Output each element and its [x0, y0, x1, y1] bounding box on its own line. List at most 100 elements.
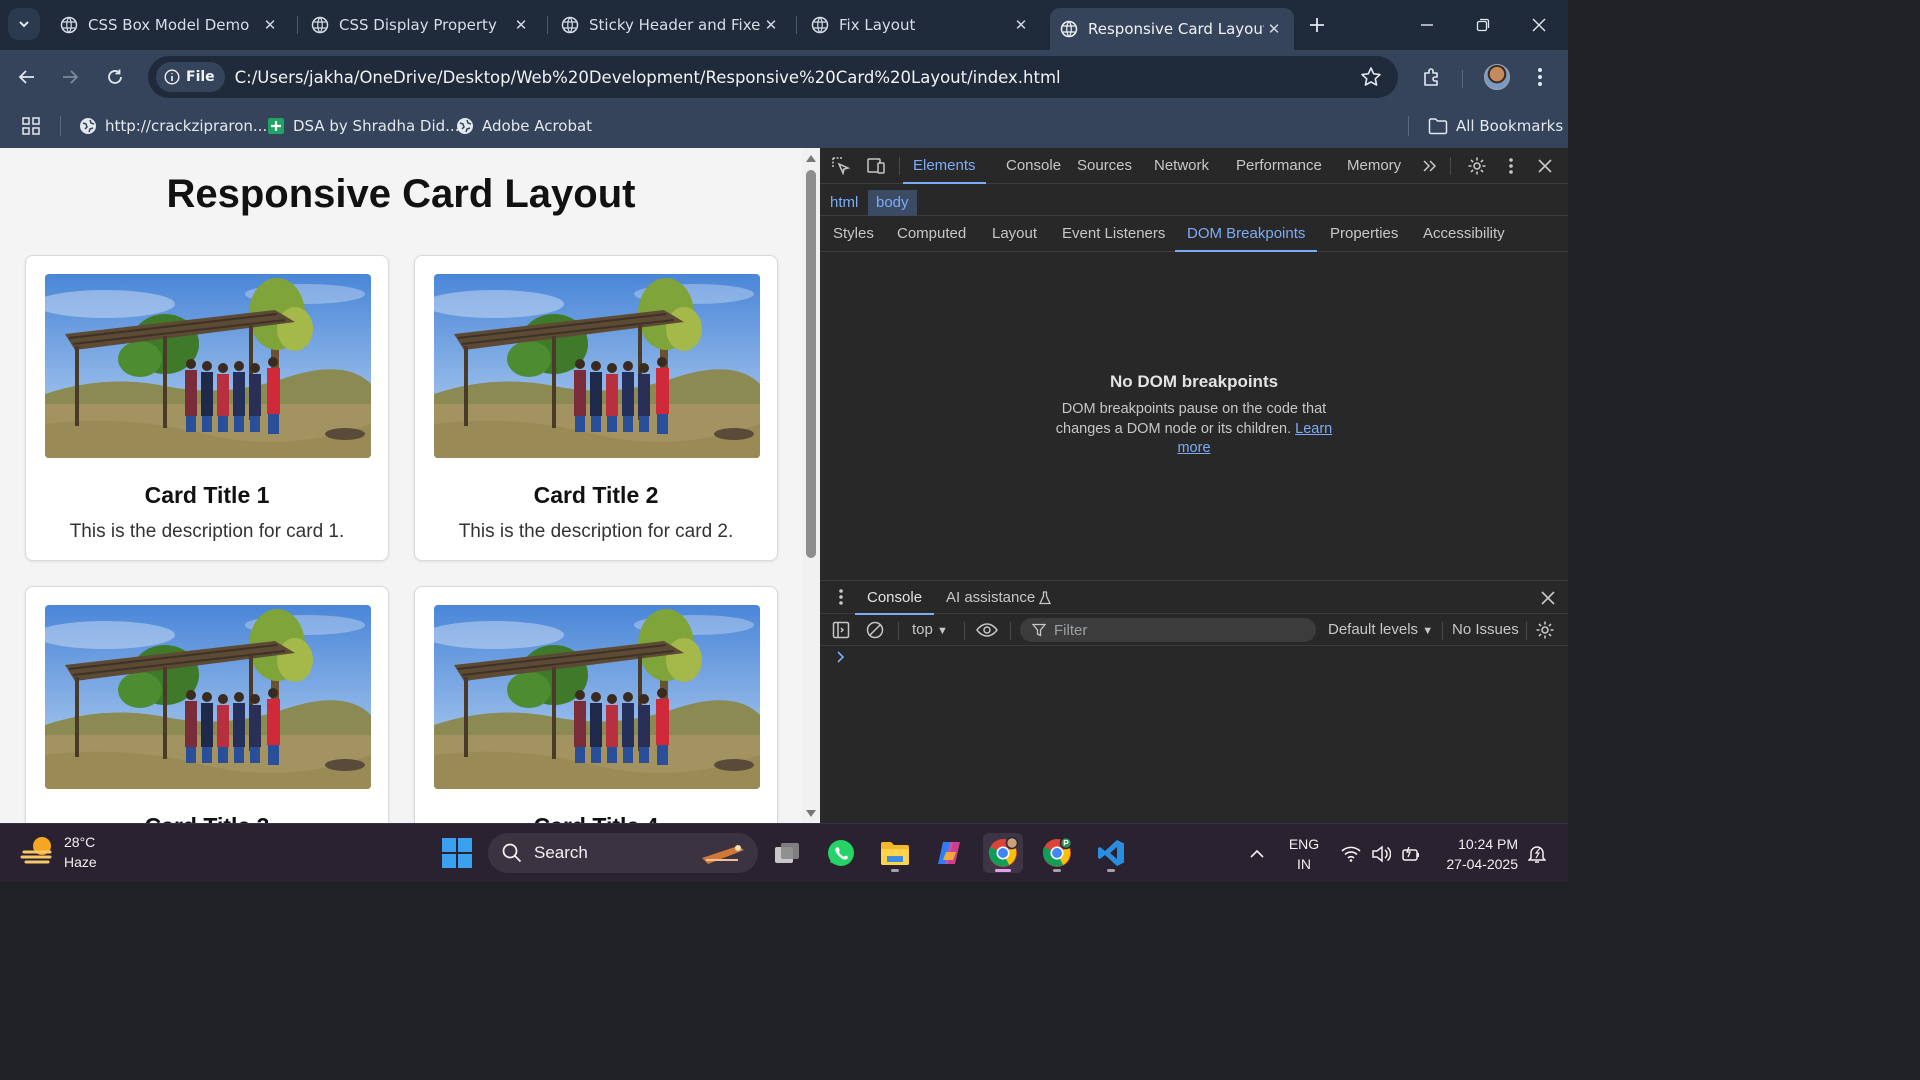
devtools-tab-memory[interactable]: Memory — [1347, 148, 1401, 182]
chrome-icon — [988, 837, 1019, 867]
bookmark-star-icon[interactable] — [1360, 66, 1382, 88]
live-expression-button[interactable] — [976, 619, 998, 641]
bookmark-dsa[interactable]: DSA by Shradha Did... — [267, 113, 459, 139]
toolbar-divider — [1010, 622, 1011, 640]
clock[interactable]: 10:24 PM 27-04-2025 — [1432, 824, 1518, 883]
notification-center-button[interactable] — [1522, 824, 1552, 883]
issues-counter[interactable]: No Issues — [1452, 614, 1519, 646]
tab-divider — [547, 16, 548, 34]
subtab-computed[interactable]: Computed — [897, 218, 966, 250]
bookmark-divider — [1408, 116, 1409, 136]
filter-box[interactable] — [1020, 618, 1316, 642]
drawer-close-button[interactable] — [1536, 586, 1560, 610]
drawer-tab-console[interactable]: Console — [854, 581, 935, 615]
devtools-settings-button[interactable] — [1465, 154, 1489, 178]
tab-css-display[interactable]: CSS Display Property ✕ — [301, 6, 541, 44]
device-toolbar-button[interactable] — [864, 154, 888, 178]
task-view-button[interactable] — [767, 833, 807, 873]
minimize-button[interactable] — [1412, 10, 1442, 40]
whatsapp-app[interactable] — [821, 833, 861, 873]
show-hidden-icons-button[interactable] — [1242, 824, 1272, 883]
windows-start-icon[interactable] — [442, 838, 472, 868]
tab-css-box-model[interactable]: CSS Box Model Demo ✕ — [50, 6, 290, 44]
card-title: Card Title 3 — [26, 813, 388, 823]
devtools-tab-performance[interactable]: Performance — [1236, 148, 1322, 182]
subtab-properties[interactable]: Properties — [1330, 218, 1398, 250]
devtools-tab-sources[interactable]: Sources — [1077, 148, 1132, 182]
chrome-profile-app[interactable] — [1037, 833, 1077, 873]
context-selector[interactable]: top ▼ — [912, 614, 948, 646]
show-sidebar-button[interactable] — [830, 619, 852, 641]
subtab-layout[interactable]: Layout — [992, 218, 1037, 250]
sidebar-icon — [832, 621, 850, 639]
close-icon[interactable]: ✕ — [1011, 16, 1031, 34]
filter-input[interactable] — [1054, 621, 1294, 639]
back-button[interactable] — [11, 61, 43, 93]
page-viewport: Responsive Card Layout Card Title 1 This… — [0, 148, 802, 823]
close-icon[interactable]: ✕ — [761, 16, 781, 34]
weather-widget[interactable]: 28°C Haze — [20, 832, 97, 872]
close-icon — [1541, 591, 1555, 605]
tab-fix-layout[interactable]: Fix Layout ✕ — [801, 6, 1041, 44]
extensions-button[interactable] — [1416, 61, 1448, 93]
new-tab-button[interactable] — [1304, 12, 1330, 38]
breadcrumb-body[interactable]: body — [868, 190, 917, 216]
taskbar-search[interactable]: Search — [488, 833, 758, 873]
scroll-down-arrow-icon[interactable] — [805, 809, 817, 819]
forward-button[interactable] — [54, 61, 86, 93]
forward-arrow-icon — [63, 70, 79, 84]
file-explorer-app[interactable] — [875, 833, 915, 873]
tab-search-button[interactable] — [8, 8, 40, 40]
subtab-dom-breakpoints[interactable]: DOM Breakpoints — [1174, 218, 1318, 252]
all-bookmarks-button[interactable]: All Bookmarks — [1428, 113, 1563, 139]
devtools-close-button[interactable] — [1533, 154, 1557, 178]
apps-button[interactable] — [22, 113, 48, 139]
console-settings-button[interactable] — [1534, 619, 1556, 641]
log-levels-dropdown[interactable]: Default levels ▼ — [1328, 614, 1433, 646]
subtab-styles[interactable]: Styles — [833, 218, 874, 250]
system-tray-status[interactable] — [1336, 824, 1426, 883]
scrollbar-thumb[interactable] — [806, 170, 816, 558]
clear-console-button[interactable] — [864, 619, 886, 641]
tab-responsive-card-layout[interactable]: Responsive Card Layout ✕ — [1050, 8, 1294, 50]
devtools-tab-console[interactable]: Console — [1006, 148, 1061, 182]
bookmark-label: Adobe Acrobat — [482, 117, 593, 135]
close-window-button[interactable] — [1524, 10, 1554, 40]
devtools-tab-network[interactable]: Network — [1154, 148, 1209, 182]
subtab-event-listeners[interactable]: Event Listeners — [1062, 218, 1165, 250]
url-text[interactable]: C:/Users/jakha/OneDrive/Desktop/Web%20De… — [235, 68, 1061, 87]
caret-down-icon: ▼ — [1422, 625, 1434, 637]
address-bar[interactable]: File C:/Users/jakha/OneDrive/Desktop/Web… — [148, 56, 1398, 98]
page-title: Responsive Card Layout — [166, 172, 636, 216]
devtools-tab-elements[interactable]: Elements — [903, 148, 985, 184]
bookmark-adobe-acrobat[interactable]: Adobe Acrobat — [456, 113, 592, 139]
reload-button[interactable] — [99, 61, 131, 93]
inspect-element-button[interactable] — [829, 154, 853, 178]
devtools-menu-button[interactable] — [1499, 154, 1523, 178]
close-icon[interactable]: ✕ — [511, 16, 531, 34]
scroll-up-arrow-icon[interactable] — [805, 153, 817, 163]
close-icon[interactable]: ✕ — [260, 16, 280, 34]
chevron-down-icon — [19, 21, 29, 28]
restore-button[interactable] — [1468, 10, 1498, 40]
copilot-app[interactable] — [929, 833, 969, 873]
close-icon[interactable]: ✕ — [1264, 20, 1284, 38]
drawer-tab-ai-assistance[interactable]: AI assistance — [946, 581, 1035, 613]
site-info-chip[interactable]: File — [156, 62, 225, 92]
console-prompt[interactable] — [836, 650, 846, 667]
subtab-accessibility[interactable]: Accessibility — [1423, 218, 1505, 250]
breadcrumb-html[interactable]: html — [826, 190, 862, 216]
more-tabs-button[interactable] — [1417, 154, 1441, 178]
battery-icon — [1402, 846, 1419, 861]
task-view-icon — [775, 843, 799, 863]
bookmark-crackzip[interactable]: http://crackzipraron... — [79, 113, 267, 139]
vscode-app[interactable] — [1091, 833, 1131, 873]
page-scrollbar[interactable] — [802, 148, 820, 823]
tab-sticky-header[interactable]: Sticky Header and Fixed l ✕ — [551, 6, 791, 44]
tab-title: Sticky Header and Fixed l — [589, 16, 761, 34]
profile-avatar[interactable] — [1484, 64, 1510, 90]
drawer-menu-button[interactable] — [829, 585, 853, 609]
chrome-app[interactable] — [983, 833, 1023, 873]
browser-menu-button[interactable] — [1524, 61, 1556, 93]
input-language[interactable]: ENG IN — [1282, 824, 1326, 883]
